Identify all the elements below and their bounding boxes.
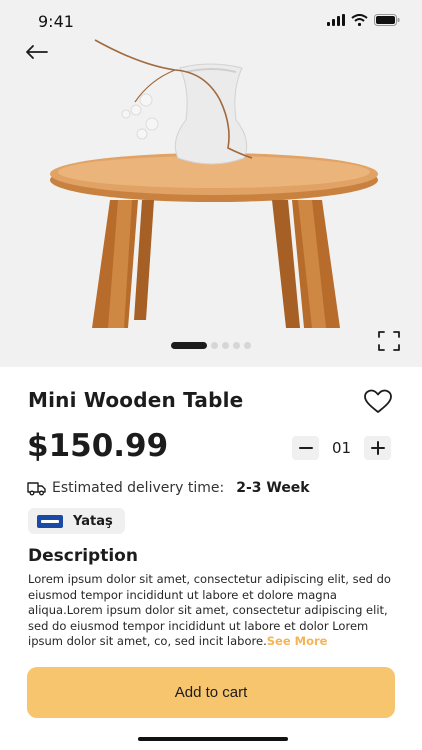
pagination-dot[interactable] xyxy=(244,342,251,349)
signal-icon xyxy=(327,14,345,26)
expand-button[interactable] xyxy=(376,329,402,353)
battery-icon xyxy=(374,14,400,26)
pagination-dot-active[interactable] xyxy=(171,342,207,349)
description-heading: Description xyxy=(28,546,138,566)
minus-icon xyxy=(298,447,313,449)
increase-quantity-button[interactable] xyxy=(364,436,391,460)
status-bar: 9:41 xyxy=(0,0,422,44)
brand-logo-icon xyxy=(37,514,63,528)
brand-name: Yataş xyxy=(73,513,113,529)
home-indicator xyxy=(138,737,288,741)
arrow-left-icon xyxy=(26,45,48,59)
description-body: Lorem ipsum dolor sit amet, consectetur … xyxy=(28,572,391,648)
product-image xyxy=(50,39,378,328)
favorite-button[interactable] xyxy=(363,389,393,415)
product-gallery[interactable]: 9:41 xyxy=(0,0,422,367)
pagination-dot[interactable] xyxy=(233,342,240,349)
gallery-pagination xyxy=(171,342,251,349)
truck-icon xyxy=(27,482,46,496)
status-time: 9:41 xyxy=(38,12,74,31)
delivery-info: Estimated delivery time: 2-3 Week xyxy=(27,480,310,496)
delivery-value: 2-3 Week xyxy=(236,480,310,496)
see-more-link[interactable]: See More xyxy=(267,634,328,648)
back-button[interactable] xyxy=(22,40,52,64)
add-to-cart-button[interactable]: Add to cart xyxy=(27,667,395,718)
brand-chip[interactable]: Yataş xyxy=(28,508,125,534)
product-title: Mini Wooden Table xyxy=(28,388,244,412)
plus-icon xyxy=(370,441,385,455)
description-text: Lorem ipsum dolor sit amet, consectetur … xyxy=(28,572,396,650)
status-icons xyxy=(327,14,400,26)
pagination-dot[interactable] xyxy=(222,342,229,349)
delivery-label: Estimated delivery time: xyxy=(52,480,225,496)
wifi-icon xyxy=(351,14,368,26)
quantity-stepper: 01 xyxy=(292,436,391,460)
heart-icon xyxy=(364,389,392,413)
product-price: $150.99 xyxy=(27,428,169,464)
quantity-value: 01 xyxy=(331,439,352,457)
expand-icon xyxy=(378,331,400,351)
decrease-quantity-button[interactable] xyxy=(292,436,319,460)
pagination-dot[interactable] xyxy=(211,342,218,349)
